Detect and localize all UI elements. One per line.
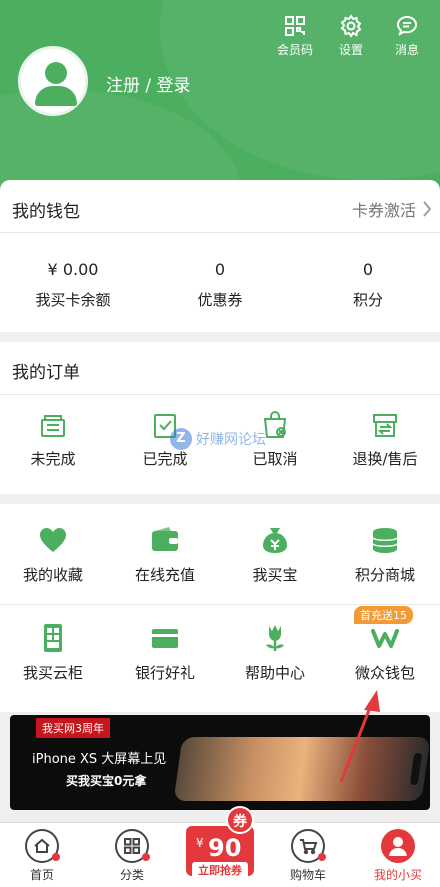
member-code-button[interactable]: 会员码 xyxy=(274,14,316,58)
member-code-label: 会员码 xyxy=(276,43,313,57)
phone-notch xyxy=(409,753,423,785)
service-bank-gift[interactable]: 银行好礼 xyxy=(110,622,220,683)
stat-label: 我买卡余额 xyxy=(35,291,111,309)
cart-icon xyxy=(291,829,326,863)
avatar-body xyxy=(35,86,77,106)
service-help-center[interactable]: 帮助中心 xyxy=(220,622,330,683)
service-label: 微众钱包 xyxy=(354,664,415,682)
banner-anniversary-tag: 我买网3周年 xyxy=(36,718,110,738)
stat-value: ¥ 0.00 xyxy=(47,260,99,279)
phone-image xyxy=(173,737,430,801)
card-activate-label: 卡券激活 xyxy=(351,201,416,220)
profile-icon xyxy=(381,829,415,863)
money-bag-icon xyxy=(263,528,287,553)
profile-header: 注册 / 登录 会员码 设置 消息 xyxy=(0,0,440,200)
tab-label: 分类 xyxy=(119,868,144,882)
login-link[interactable]: 注册 / 登录 xyxy=(106,71,191,96)
tab-category[interactable]: 分类 xyxy=(92,829,172,883)
messages-label: 消息 xyxy=(394,43,419,57)
messages-button[interactable]: 消息 xyxy=(386,14,428,58)
banner-headline: iPhone XS 大屏幕上见 xyxy=(32,752,167,767)
service-favorites[interactable]: 我的收藏 xyxy=(0,524,108,585)
tab-home[interactable]: 首页 xyxy=(2,829,82,883)
order-pending[interactable]: 未完成 xyxy=(0,410,108,469)
divider xyxy=(0,394,440,395)
locker-icon xyxy=(44,624,62,652)
grid-icon xyxy=(115,829,150,863)
coupon-tag: 券 xyxy=(226,806,254,834)
divider xyxy=(0,232,440,233)
message-icon xyxy=(396,15,418,36)
service-cloud-locker[interactable]: 我买云柜 xyxy=(0,622,108,683)
watermark: Z 好赚网论坛 xyxy=(170,428,266,450)
coupon-amount: 90 xyxy=(208,834,242,862)
service-label: 在线充值 xyxy=(134,566,195,584)
wallet-stat-coupons[interactable]: 0 优惠券 xyxy=(165,260,275,310)
return-box-icon xyxy=(373,414,397,437)
card-activate-link[interactable]: 卡券激活 xyxy=(352,197,432,221)
stat-label: 优惠券 xyxy=(197,291,243,309)
banner-subline: 买我买宝0元拿 xyxy=(66,774,147,788)
service-label: 我的收藏 xyxy=(22,566,83,584)
webank-icon xyxy=(371,629,399,648)
order-completed-label: 已完成 xyxy=(142,450,188,468)
stat-value: 0 xyxy=(214,260,226,279)
header-actions: 会员码 设置 消息 xyxy=(274,14,428,58)
heart-icon xyxy=(40,528,66,552)
watermark-text: 好赚网论坛 xyxy=(196,432,266,448)
promo-banner[interactable]: 我买网3周年 iPhone XS 大屏幕上见 买我买宝0元拿 xyxy=(10,715,430,810)
avatar[interactable] xyxy=(18,46,88,116)
service-wumaibao[interactable]: 我买宝 xyxy=(220,524,330,585)
service-label: 我买宝 xyxy=(252,566,298,584)
watermark-logo-icon: Z xyxy=(170,428,192,450)
wallet-stat-points[interactable]: 0 积分 xyxy=(313,260,423,310)
tab-label: 我的小买 xyxy=(373,868,422,882)
home-icon xyxy=(25,829,60,863)
service-webank-wallet[interactable]: 微众钱包 xyxy=(330,622,440,683)
gear-icon xyxy=(340,14,362,38)
wallet-card: 我的钱包 卡券激活 0 优惠券 ¥ 0.00 我买卡余额 0 积分 xyxy=(0,180,440,332)
wallet-title: 我的钱包 xyxy=(12,202,80,222)
chevron-right-icon xyxy=(423,201,432,217)
promo-badge: 首充送15 xyxy=(354,606,413,624)
settings-label: 设置 xyxy=(338,43,363,57)
service-label: 帮助中心 xyxy=(244,664,305,682)
order-cancelled-label: 已取消 xyxy=(252,450,298,468)
tab-cart[interactable]: 购物车 xyxy=(268,829,348,883)
wallet-stack-icon xyxy=(41,415,65,437)
order-returns-label: 退换/售后 xyxy=(352,450,418,468)
order-pending-label: 未完成 xyxy=(30,450,76,468)
service-label: 银行好礼 xyxy=(134,664,195,682)
service-points-mall[interactable]: 积分商城 xyxy=(330,524,440,585)
stat-value: 0 xyxy=(362,260,374,279)
coupon-currency: ¥ xyxy=(196,836,204,850)
settings-button[interactable]: 设置 xyxy=(330,14,372,58)
stat-label: 积分 xyxy=(352,291,383,309)
tab-label: 购物车 xyxy=(289,868,326,882)
wallet-stat-balance[interactable]: ¥ 0.00 我买卡余额 xyxy=(18,260,128,310)
wallet-icon xyxy=(152,527,178,551)
tab-coupon-button[interactable]: ¥ 90 立即抢券 券 xyxy=(184,806,258,880)
service-label: 我买云柜 xyxy=(22,664,83,682)
coupon-cta: 立即抢券 xyxy=(192,862,248,878)
order-returns[interactable]: 退换/售后 xyxy=(330,410,440,469)
bank-card-icon xyxy=(152,626,178,648)
tab-profile[interactable]: 我的小买 xyxy=(358,829,438,883)
tulip-icon xyxy=(266,625,284,651)
avatar-head xyxy=(45,62,67,84)
divider xyxy=(0,604,440,605)
coin-stack-icon xyxy=(372,528,398,553)
tab-label: 首页 xyxy=(29,868,54,882)
service-recharge[interactable]: 在线充值 xyxy=(110,524,220,585)
service-label: 积分商城 xyxy=(354,566,415,584)
orders-title: 我的订单 xyxy=(12,363,80,383)
qr-code-icon xyxy=(285,16,305,36)
orders-card: 我的订单 未完成 已完成 已取消 退换/售后 Z 好赚网论坛 xyxy=(0,342,440,494)
